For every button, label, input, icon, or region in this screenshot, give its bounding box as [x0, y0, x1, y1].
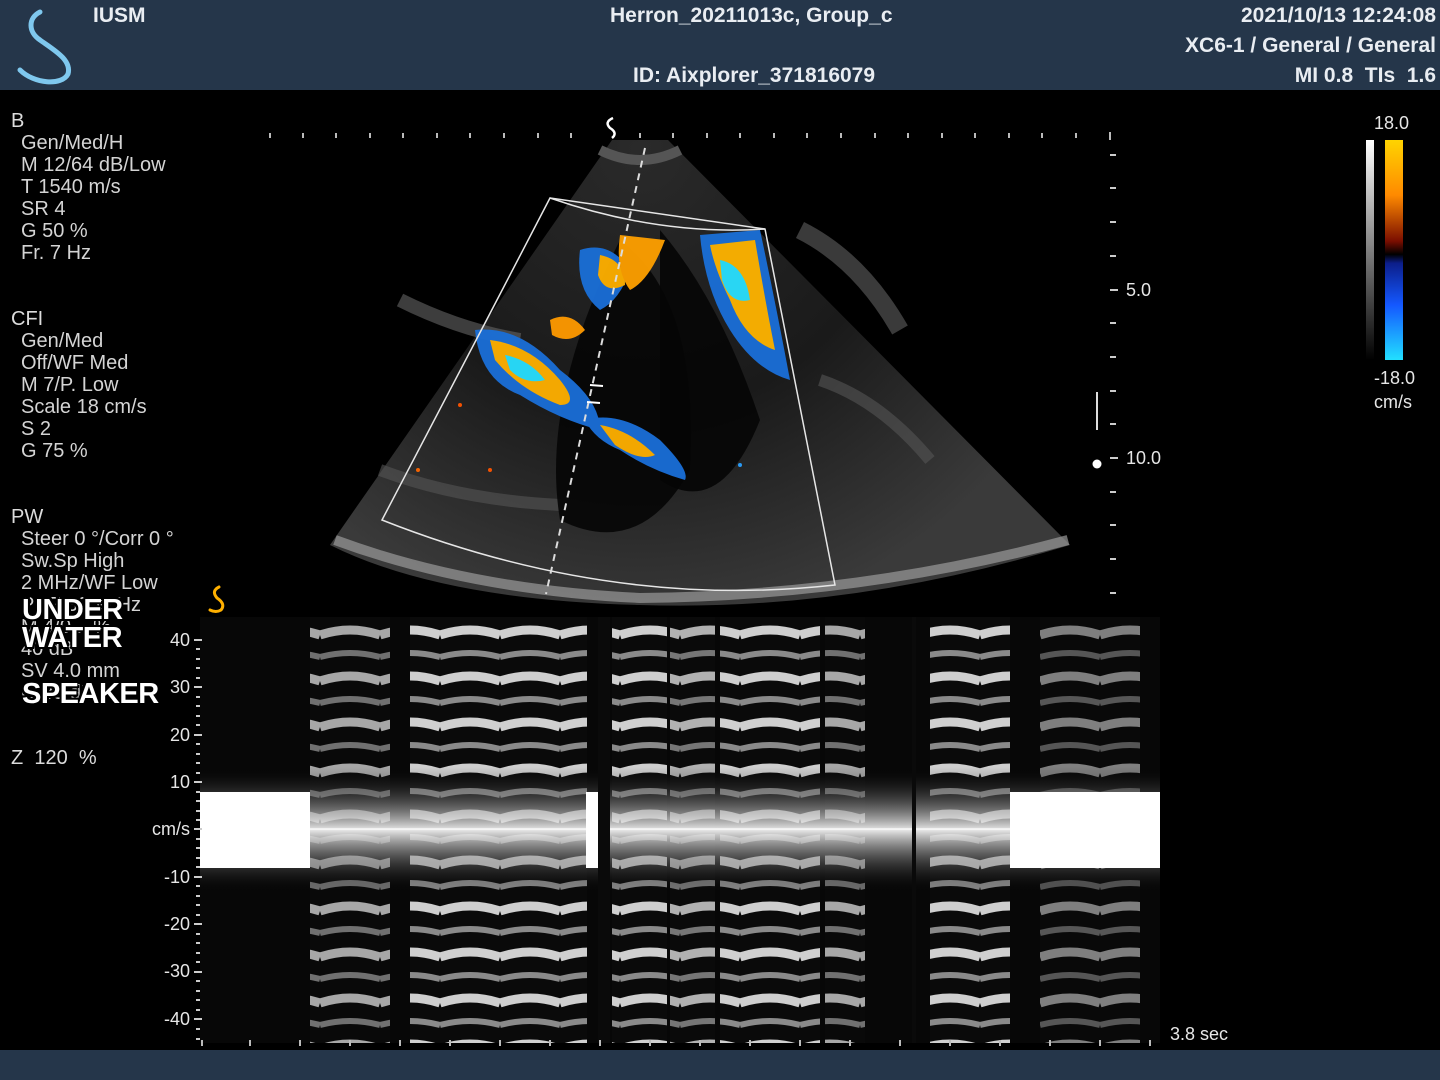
overlay-text-line: WATER [22, 622, 123, 654]
focus-dot [1092, 459, 1102, 469]
zoom-level: Z 120 % [11, 747, 97, 769]
spectral-trace [200, 617, 1160, 1043]
probe-orientation-icon [606, 116, 616, 139]
velocity-label: -20 [163, 914, 190, 934]
sweep-time: 3.8 sec [1170, 1024, 1229, 1044]
velocity-label: -40 [163, 1009, 190, 1029]
velocity-label: 10 [169, 772, 190, 792]
spectral-logo-icon [208, 585, 225, 613]
velocity-label: -10 [163, 867, 190, 887]
top-ruler [269, 132, 1111, 140]
color-velocity-bar [1385, 140, 1403, 360]
velocity-label: 20 [169, 725, 190, 745]
bmode-image [269, 116, 1118, 606]
color-scale-min: -18.0 [1374, 368, 1416, 388]
footer-bar [0, 1050, 1440, 1080]
overlay-text-line: SPEAKER [22, 678, 159, 710]
velocity-unit-label: cm/s [152, 819, 190, 839]
color-scale-unit: cm/s [1374, 392, 1412, 412]
time-axis [201, 1040, 1151, 1046]
velocity-axis [194, 639, 202, 1040]
spectral-doppler-display [200, 617, 1160, 1043]
depth-label-10: 10.0 [1126, 448, 1162, 468]
depth-ruler [1110, 154, 1118, 594]
velocity-label: -30 [163, 961, 190, 981]
grayscale-bar [1366, 140, 1374, 360]
velocity-label: 40 [169, 630, 190, 650]
color-scale-max: 18.0 [1374, 113, 1410, 133]
depth-label-5: 5.0 [1126, 280, 1152, 300]
